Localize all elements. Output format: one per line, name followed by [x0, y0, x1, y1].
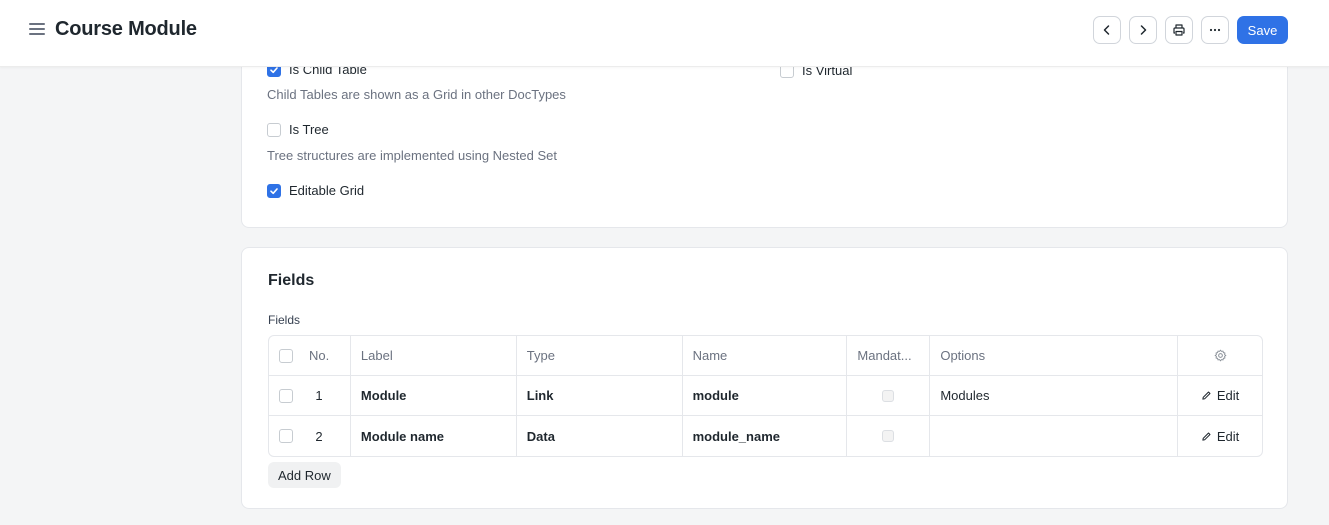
is-tree-checkbox-row[interactable]: Is Tree	[267, 122, 329, 137]
table-row[interactable]: 1 Module Link module Modules Edit	[269, 376, 1262, 416]
chevron-right-icon	[1140, 25, 1147, 35]
is-tree-description: Tree structures are implemented using Ne…	[267, 148, 557, 163]
more-actions-button[interactable]	[1201, 16, 1229, 44]
cell-label[interactable]: Module name	[351, 416, 517, 456]
select-all-checkbox[interactable]	[279, 348, 293, 363]
fields-table: No. Label Type Name Mandat... Options 1 …	[268, 335, 1263, 457]
row-number: 2	[315, 428, 323, 444]
editable-grid-checkbox-row[interactable]: Editable Grid	[267, 183, 364, 198]
is-child-table-description: Child Tables are shown as a Grid in othe…	[267, 87, 566, 102]
cell-mandatory	[847, 416, 931, 456]
row-checkbox[interactable]	[279, 388, 293, 403]
cell-type[interactable]: Link	[517, 376, 683, 415]
cell-type[interactable]: Data	[517, 416, 683, 456]
add-row-button[interactable]: Add Row	[268, 462, 341, 488]
page-header: Course Module Save	[0, 0, 1329, 67]
edit-label: Edit	[1216, 428, 1240, 444]
section-title: Fields	[268, 272, 315, 289]
column-header-mandatory: Mandat...	[847, 336, 931, 375]
cell-name[interactable]: module_name	[683, 416, 848, 456]
row-select-cell: 2	[269, 416, 351, 456]
print-button[interactable]	[1165, 16, 1193, 44]
mandatory-checkbox[interactable]	[882, 389, 895, 402]
table-header-row: No. Label Type Name Mandat... Options	[269, 336, 1262, 376]
next-button[interactable]	[1129, 16, 1157, 44]
editable-grid-checkbox[interactable]	[267, 183, 281, 198]
table-row[interactable]: 2 Module name Data module_name Edit	[269, 416, 1262, 456]
mandatory-checkbox[interactable]	[882, 430, 895, 442]
cell-name[interactable]: module	[683, 376, 848, 415]
edit-row-button[interactable]: Edit	[1201, 429, 1239, 444]
edit-row-button[interactable]: Edit	[1201, 388, 1239, 403]
cell-mandatory	[847, 376, 931, 415]
cell-options[interactable]	[930, 416, 1179, 456]
pencil-icon	[1202, 432, 1211, 441]
printer-icon	[1173, 24, 1185, 36]
column-header-no: No.	[309, 348, 330, 363]
cell-options[interactable]: Modules	[930, 376, 1179, 415]
edit-label: Edit	[1216, 388, 1240, 403]
page-title: Course Module	[55, 18, 197, 40]
more-horizontal-icon	[1209, 28, 1221, 32]
cell-label[interactable]: Module	[351, 376, 517, 415]
previous-button[interactable]	[1093, 16, 1121, 44]
chevron-left-icon	[1103, 25, 1110, 35]
gear-icon[interactable]	[1214, 349, 1227, 362]
column-settings-cell[interactable]	[1178, 336, 1262, 375]
pencil-icon	[1202, 391, 1211, 400]
row-select-cell: 1	[269, 376, 351, 415]
check-icon	[270, 187, 278, 194]
row-edit-cell: Edit	[1178, 416, 1262, 456]
column-header-options: Options	[930, 336, 1179, 375]
save-button[interactable]: Save	[1237, 16, 1288, 44]
editable-grid-label: Editable Grid	[289, 183, 365, 198]
column-header-name: Name	[683, 336, 848, 375]
row-checkbox[interactable]	[279, 429, 293, 443]
header-select-cell: No.	[269, 336, 351, 375]
row-number: 1	[315, 388, 323, 403]
is-tree-label: Is Tree	[289, 122, 329, 137]
fields-table-label: Fields	[268, 313, 301, 327]
column-header-label: Label	[351, 336, 517, 375]
is-tree-checkbox[interactable]	[267, 122, 281, 137]
column-header-type: Type	[517, 336, 683, 375]
fields-section-card: Fields Fields No. Label Type Name Mandat…	[241, 247, 1288, 509]
menu-icon[interactable]	[29, 23, 45, 37]
row-edit-cell: Edit	[1178, 376, 1262, 415]
